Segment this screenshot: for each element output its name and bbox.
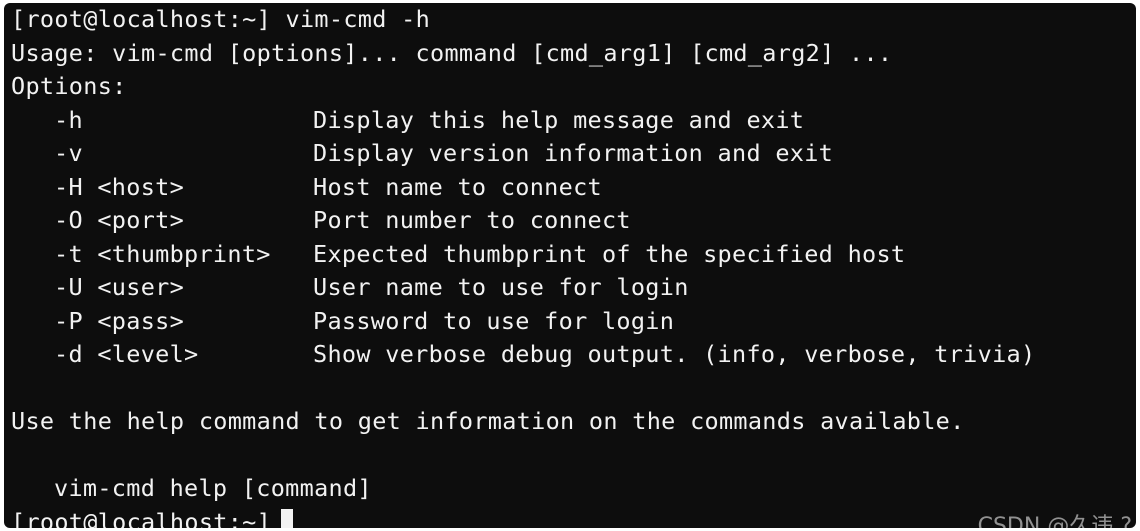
option-description: Host name to connect [313,172,602,201]
option-row: -d <level> Show verbose debug output. (i… [11,338,1136,372]
option-row: -U <user> User name to use for login [11,271,1136,305]
entered-command: vim-cmd -h [285,5,431,33]
option-row: -O <port> Port number to connect [11,204,1136,238]
option-description: Port number to connect [313,206,631,234]
option-row: -v Display version information and exit [11,137,1136,171]
option-description: Display version information and exit [313,139,834,167]
option-flag: -P <pass> [54,306,185,335]
terminal-window[interactable]: [root@localhost:~] vim-cmd -h Usage: vim… [4,3,1136,528]
shell-prompt: [root@localhost:~] [11,5,272,33]
usage-line: Usage: vim-cmd [options]... command [cmd… [11,38,893,67]
option-description: Show verbose debug output. (info, verbos… [313,340,1036,368]
option-flag: -U <user> [54,273,185,301]
options-header: Options: [11,72,127,100]
help-example: vim-cmd help [command] [54,474,372,502]
option-row: -P <pass> Password to use for login [11,305,1136,339]
option-flag: -v [54,139,83,167]
watermark: CSDN @久违 ? [977,514,1132,528]
option-description: Password to use for login [313,306,675,335]
option-description: Display this help message and exit [313,105,805,134]
option-row: -h Display this help message and exit [11,104,1136,138]
text-cursor [281,508,294,528]
option-flag: -O <port> [54,206,185,234]
final-prompt-line[interactable]: [root@localhost:~] [11,506,1136,529]
option-flag: -d <level> [54,340,199,368]
option-flag: -t <thumbprint> [54,239,271,268]
option-flag: -H <host> [54,172,185,201]
help-example-line: vim-cmd help [command] [11,472,1136,506]
option-description: User name to use for login [313,273,689,301]
option-flag: -h [54,105,83,134]
shell-prompt: [root@localhost:~] [11,507,272,529]
help-hint: Use the help command to get information … [11,407,965,435]
option-row: -H <host> Host name to connect [11,171,1136,205]
command-line: [root@localhost:~] vim-cmd -h [11,3,1136,37]
option-row: -t <thumbprint> Expected thumbprint of t… [11,238,1136,272]
terminal-output[interactable]: [root@localhost:~] vim-cmd -h Usage: vim… [11,3,1136,528]
option-description: Expected thumbprint of the specified hos… [313,239,906,268]
